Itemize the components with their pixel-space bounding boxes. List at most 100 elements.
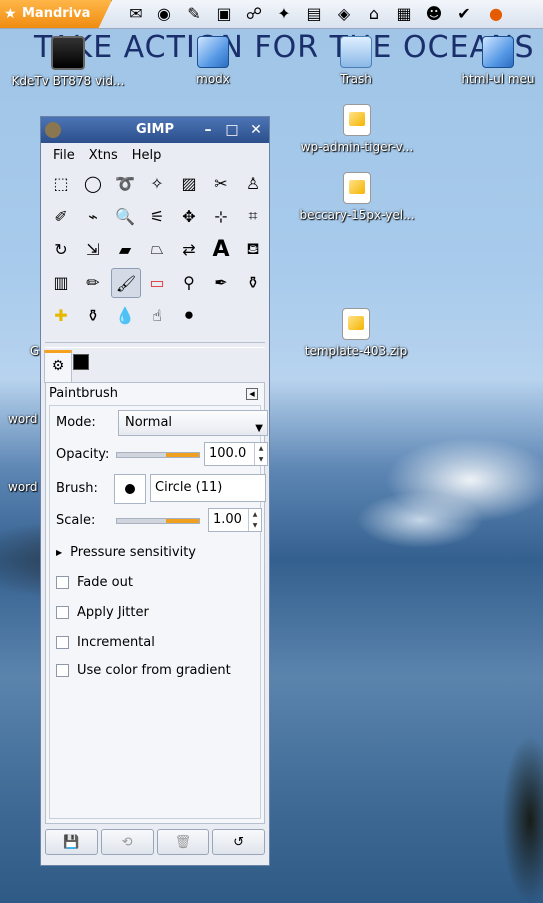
fuzzy-select-icon[interactable]: ✧ [143, 169, 171, 197]
menu-file[interactable]: File [53, 148, 75, 163]
user-icon[interactable]: ☻ [422, 2, 446, 26]
home-icon[interactable]: ⌂ [362, 2, 386, 26]
measure-icon[interactable]: ⚟ [143, 202, 171, 230]
brush-row: Brush: Circle (11) [56, 474, 268, 504]
brush-label: Brush: [56, 480, 98, 496]
desktop-icon-modx[interactable]: modx [188, 36, 238, 86]
convolve-icon[interactable]: 💧 [111, 301, 139, 329]
firefox-icon[interactable]: ● [484, 2, 508, 26]
trash-icon [340, 36, 372, 68]
panel-menu-icon[interactable]: ◀ [246, 388, 258, 400]
maximize-icon[interactable]: □ [223, 121, 241, 139]
perspective-icon[interactable]: ⏢ [143, 235, 171, 263]
opacity-spinbutton[interactable]: 100.0 ▲ ▼ [204, 442, 268, 466]
rotate-icon[interactable]: ↻ [47, 235, 75, 263]
menu-help[interactable]: Help [132, 148, 162, 163]
network-icon[interactable]: ☍ [242, 2, 266, 26]
desktop-icon-word-2[interactable]: word [8, 480, 40, 494]
free-select-icon[interactable]: ➰ [111, 169, 139, 197]
color-picker-icon[interactable]: ⌁ [79, 202, 107, 230]
start-menu-button[interactable]: ★ Mandriva [0, 0, 112, 28]
game-icon[interactable]: ◈ [332, 2, 356, 26]
desktop-icon-html-ul[interactable]: html-ul meu [456, 36, 540, 86]
desktop-icon-word-1[interactable]: word [8, 412, 40, 426]
crop-icon[interactable]: ⌗ [239, 202, 267, 230]
dodge-burn-icon[interactable]: ⚫ [175, 301, 203, 329]
color-select-icon[interactable]: ▨ [175, 169, 203, 197]
blend-icon[interactable]: ▥ [47, 268, 75, 296]
foreground-select-icon[interactable]: ♙ [239, 169, 267, 197]
star-icon[interactable]: ✦ [272, 2, 296, 26]
incremental-option[interactable]: Incremental [56, 630, 155, 654]
opacity-slider[interactable] [116, 452, 200, 458]
scale-icon[interactable]: ⇲ [79, 235, 107, 263]
delete-icon: 🗑 [174, 834, 192, 850]
ellipse-select-icon[interactable]: ◯ [79, 169, 107, 197]
paths-icon[interactable]: ✐ [47, 202, 75, 230]
mail-icon[interactable]: ✉ [124, 2, 148, 26]
paintbrush-icon[interactable]: 🖌 [111, 268, 141, 298]
spin-arrows-icon[interactable]: ▲ ▼ [248, 509, 261, 531]
desktop-icon-label: template-403.zip [304, 344, 408, 358]
window-titlebar[interactable]: GIMP – □ ✕ [41, 117, 269, 143]
terminal-icon[interactable]: ▣ [212, 2, 236, 26]
eraser-icon[interactable]: ▭ [143, 268, 171, 296]
bucket-fill-icon[interactable]: ⛾ [239, 235, 267, 263]
desktop-icon-wp-admin[interactable]: wp-admin-tiger-v... [292, 104, 422, 154]
desktop-icon-label: html-ul meu [461, 72, 535, 86]
smudge-icon[interactable]: ☝ [143, 301, 171, 329]
fade-out-option[interactable]: Fade out [56, 570, 133, 594]
reset-icon: ↺ [233, 834, 245, 850]
mode-label: Mode: [56, 414, 96, 430]
heal-icon[interactable]: ✚ [47, 301, 75, 329]
opacity-slider-fill [166, 453, 199, 457]
brush-preview[interactable] [114, 474, 146, 504]
checkbox[interactable] [56, 605, 69, 619]
zoom-icon[interactable]: 🔍 [111, 202, 139, 230]
mode-combo[interactable]: Normal ▼ [118, 410, 268, 436]
delete-options-button[interactable]: 🗑 [156, 829, 210, 855]
start-menu-label: Mandriva [22, 6, 91, 21]
tool-options-tab[interactable]: ⚙ [44, 350, 72, 383]
desktop-icon-kdetv[interactable]: KdeTv BT878 vid... [8, 36, 128, 88]
align-icon[interactable]: ⊹ [207, 202, 235, 230]
reset-options-button[interactable]: ↺ [212, 829, 265, 855]
move-icon[interactable]: ✥ [175, 202, 203, 230]
shear-icon[interactable]: ▰ [111, 235, 139, 263]
apply-jitter-option[interactable]: Apply Jitter [56, 600, 149, 624]
airbrush-icon[interactable]: ⚲ [175, 268, 203, 296]
scale-label: Scale: [56, 512, 96, 528]
rect-select-icon[interactable]: ⬚ [47, 169, 75, 197]
restore-options-button[interactable]: ⟲ [100, 829, 154, 855]
brush-name-field[interactable]: Circle (11) [150, 474, 266, 502]
desktop-icon-template[interactable]: template-403.zip [296, 308, 416, 358]
colors-tab[interactable] [73, 354, 89, 370]
clone-icon[interactable]: ⚱ [239, 268, 267, 296]
scale-slider[interactable] [116, 518, 200, 524]
clipboard-icon[interactable]: ▦ [392, 2, 416, 26]
checkbox[interactable] [56, 635, 69, 649]
tools-icon[interactable]: ✔ [452, 2, 476, 26]
menu-xtns[interactable]: Xtns [89, 148, 118, 163]
spin-arrows-icon[interactable]: ▲ ▼ [254, 443, 267, 465]
ink-icon[interactable]: ✒ [207, 268, 235, 296]
close-icon[interactable]: ✕ [247, 121, 265, 139]
desktop-icon-beccary[interactable]: beccary-15px-yel... [292, 172, 422, 222]
editor-icon[interactable]: ✎ [182, 2, 206, 26]
browser-icon[interactable]: ◉ [152, 2, 176, 26]
document-icon[interactable]: ▤ [302, 2, 326, 26]
desktop-icon-trash[interactable]: Trash [326, 36, 386, 86]
pencil-icon[interactable]: ✏ [79, 268, 107, 296]
scale-spinbutton[interactable]: 1.00 ▲ ▼ [208, 508, 262, 532]
scissors-icon[interactable]: ✂ [207, 169, 235, 197]
perspective-clone-icon[interactable]: ⚱ [79, 301, 107, 329]
save-options-button[interactable]: 💾 [45, 829, 98, 855]
pressure-expander[interactable]: ▶ Pressure sensitivity [56, 540, 196, 564]
text-icon[interactable]: A [207, 235, 235, 263]
minimize-icon[interactable]: – [199, 121, 217, 139]
checkbox[interactable] [56, 663, 69, 677]
flip-icon[interactable]: ⇄ [175, 235, 203, 263]
checkbox[interactable] [56, 575, 69, 589]
tool-options-body: Mode: Normal ▼ Opacity: 100.0 ▲ ▼ Brush: … [49, 405, 268, 819]
gradient-color-option[interactable]: Use color from gradient [56, 658, 231, 682]
